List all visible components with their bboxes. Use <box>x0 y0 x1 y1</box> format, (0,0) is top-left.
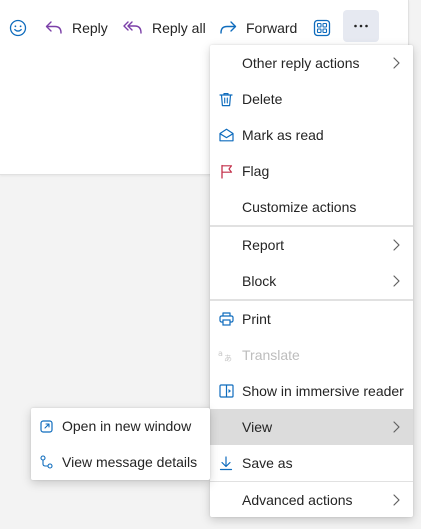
menu-item-delete[interactable]: Delete <box>210 81 413 117</box>
svg-text:あ: あ <box>224 354 232 362</box>
submenu-item-label: Open in new window <box>62 418 192 434</box>
immersive-reader-icon <box>218 383 234 399</box>
flag-icon <box>218 163 234 179</box>
printer-icon <box>218 311 234 327</box>
menu-item-label: Block <box>242 273 277 289</box>
menu-item-label: Flag <box>242 163 270 179</box>
message-details-icon <box>39 455 53 469</box>
menu-item-label: Print <box>242 311 271 327</box>
submenu-item-view-message-details[interactable]: View message details <box>31 444 210 480</box>
chevron-right-icon <box>393 239 403 251</box>
menu-item-label: Save as <box>242 455 293 471</box>
reply-button[interactable]: Reply <box>45 10 108 46</box>
more-actions-menu: Other reply actions Delete Mark as read <box>210 45 413 517</box>
menu-item-customize-actions[interactable]: Customize actions <box>210 189 413 225</box>
open-in-new-window-icon <box>39 419 53 433</box>
envelope-open-icon <box>218 127 234 143</box>
menu-item-label: Other reply actions <box>242 55 360 71</box>
submenu-item-open-in-new-window[interactable]: Open in new window <box>31 408 210 444</box>
menu-item-label: Delete <box>242 91 283 107</box>
view-submenu: Open in new window View message details <box>31 408 210 480</box>
forward-label: Forward <box>246 20 298 36</box>
translate-icon: a あ <box>218 347 234 363</box>
emoji-reaction-button[interactable] <box>8 10 32 46</box>
menu-item-label: Show in immersive reader <box>242 383 404 399</box>
svg-text:a: a <box>218 349 223 358</box>
trash-icon <box>218 91 234 107</box>
reply-all-label: Reply all <box>152 20 206 36</box>
message-action-toolbar: Reply Reply all Forward <box>0 10 421 46</box>
menu-item-label: View <box>242 419 273 435</box>
menu-item-advanced-actions[interactable]: Advanced actions <box>210 482 413 518</box>
more-horizontal-icon <box>353 24 369 28</box>
menu-item-label: Customize actions <box>242 199 357 215</box>
submenu-item-label: View message details <box>62 454 198 470</box>
menu-item-print[interactable]: Print <box>210 301 413 337</box>
menu-item-report[interactable]: Report <box>210 227 413 263</box>
menu-item-label: Translate <box>242 347 300 363</box>
reply-all-arrow-icon <box>123 20 143 36</box>
apps-button[interactable] <box>313 10 335 46</box>
menu-item-flag[interactable]: Flag <box>210 153 413 189</box>
forward-button[interactable]: Forward <box>219 10 297 46</box>
reply-all-button[interactable]: Reply all <box>123 10 206 46</box>
chevron-right-icon <box>393 421 403 433</box>
chevron-right-icon <box>393 494 403 506</box>
menu-item-immersive-reader[interactable]: Show in immersive reader <box>210 373 413 409</box>
emoji-smile-icon <box>8 18 28 38</box>
download-icon <box>218 455 234 471</box>
forward-arrow-icon <box>219 20 237 36</box>
menu-item-label: Advanced actions <box>242 492 353 508</box>
menu-item-other-reply-actions[interactable]: Other reply actions <box>210 45 413 81</box>
reply-arrow-icon <box>45 20 63 36</box>
menu-item-label: Report <box>242 237 285 253</box>
reply-label: Reply <box>72 20 108 36</box>
chevron-right-icon <box>393 275 403 287</box>
menu-item-block[interactable]: Block <box>210 263 413 299</box>
apps-grid-icon <box>313 19 331 37</box>
more-actions-button[interactable] <box>343 10 379 42</box>
menu-item-mark-as-read[interactable]: Mark as read <box>210 117 413 153</box>
menu-item-label: Mark as read <box>242 127 324 143</box>
menu-item-save-as[interactable]: Save as <box>210 445 413 481</box>
menu-item-translate: a あ Translate <box>210 337 413 373</box>
menu-item-view[interactable]: View <box>210 409 413 445</box>
chevron-right-icon <box>393 57 403 69</box>
